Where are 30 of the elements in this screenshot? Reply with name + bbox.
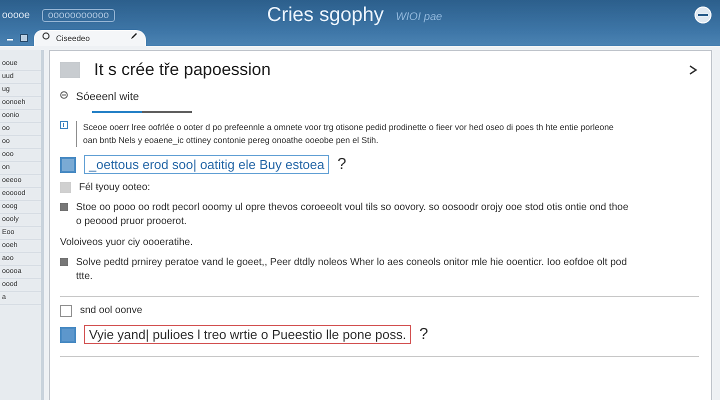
bullet-icon: [60, 203, 68, 211]
square-icon: [60, 326, 76, 342]
document-icon: [60, 62, 80, 78]
text-line: Voloiveos yuor ciy oooeratihe.: [60, 237, 193, 248]
question-field[interactable]: Vyie yand| pulioes l treo wrtie o Pueestio lle pone poss.: [84, 325, 412, 344]
app-title: Cries sgophy: [267, 4, 384, 26]
tab[interactable]: Ciseedeo: [34, 30, 146, 46]
bullet-text: Stoe oo pooo oo rodt pecorl ooomy ul opre thevos coroeeolt voul tils so oovory. so oosoodr orojy ooe stod otis ontie ond thoe o peoood pruor prooerot.: [76, 201, 630, 229]
square-icon: [60, 182, 71, 193]
panel-title: It s crée tře papoession: [94, 60, 272, 80]
square-icon: [60, 156, 76, 172]
bullet-icon: [60, 258, 68, 266]
checkbox[interactable]: [60, 305, 72, 317]
question-field[interactable]: _oettous erod soo| oatitig ele Buy estoea: [84, 155, 330, 174]
bullet-text: Solve pedtd prnirey peratoe vand le goeet,, Peer dtdly noleos Wher lo aes coneols onitor mle hie ooenticr. Ioo eofdoe olt pod ttte.: [76, 256, 628, 284]
window-icon: [20, 34, 28, 42]
item-label: Fél ŧyouy ooteo:: [79, 182, 150, 193]
section-heading: Sóeeenl wite: [76, 91, 139, 103]
question-mark: ?: [419, 326, 428, 344]
app-subtitle: WIOI pae: [396, 11, 442, 23]
header-badge: ooooooooooo: [42, 8, 115, 22]
checkbox-icon: [60, 121, 68, 129]
pencil-icon: [130, 32, 138, 40]
menu-label[interactable]: ooooe: [2, 10, 30, 20]
circle-icon: [42, 32, 50, 40]
chevron-right-icon: [687, 64, 699, 76]
question-mark: ?: [337, 156, 346, 174]
minus-circle-icon[interactable]: [694, 6, 712, 24]
paragraph: Sceoe ooerr lree oofrlée o ooter d po prefeennle a omnete voor trg otisone pedid prodinette o fieer vor hed oseo di poes th hte entie porleone oan bntb Nels y eoaene_ic ottiney contonie pereg onoathe ooeobe pen el Stih.: [76, 121, 623, 147]
checkbox-label: snd ool oonve: [80, 305, 142, 316]
